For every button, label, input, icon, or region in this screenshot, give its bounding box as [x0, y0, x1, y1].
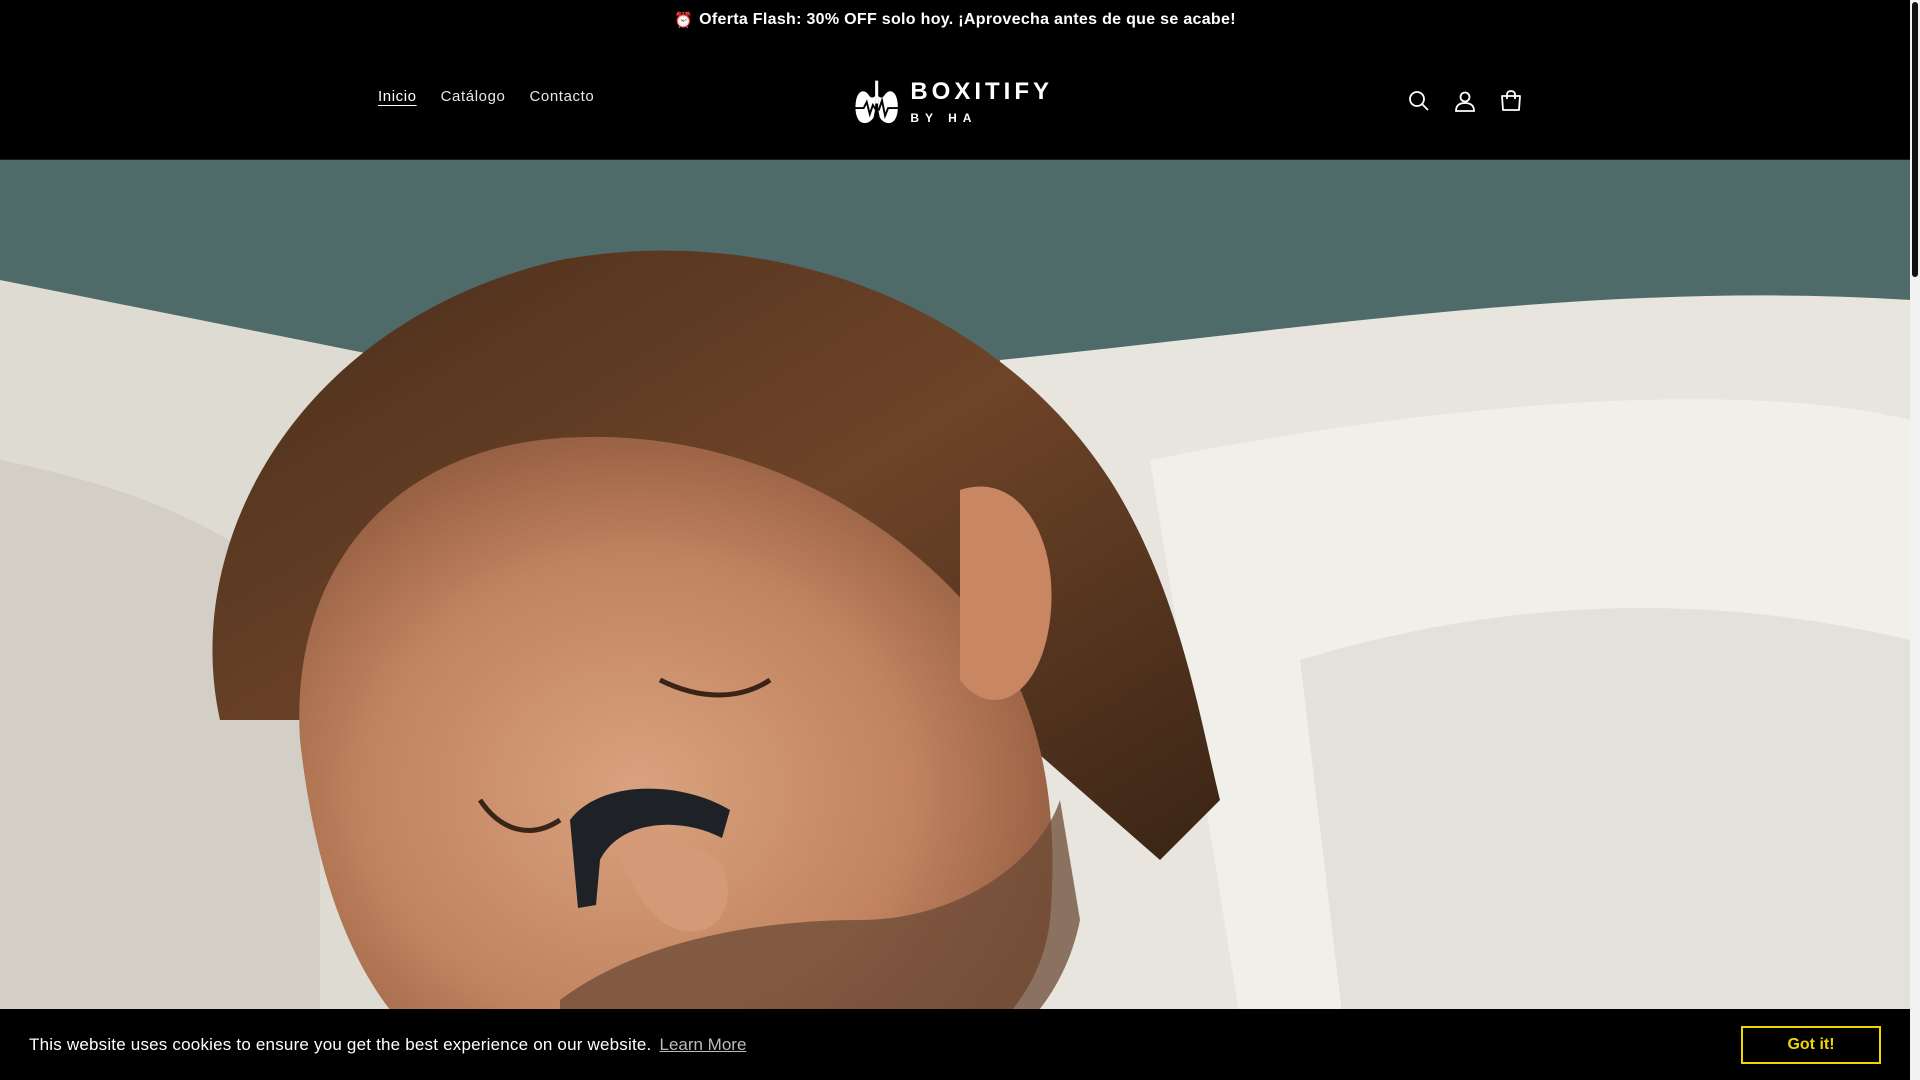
- logo-brand-text: BOXITIFY: [910, 78, 1053, 105]
- announcement-bar: ⏰ Oferta Flash: 30% OFF solo hoy. ¡Aprov…: [0, 0, 1910, 40]
- accept-cookies-button[interactable]: Got it!: [1741, 1026, 1881, 1064]
- site-header: Inicio Catálogo Contacto BOXITIFY BY HA: [0, 40, 1910, 160]
- cart-icon[interactable]: [1488, 78, 1534, 124]
- search-icon[interactable]: [1396, 78, 1442, 124]
- nav-item-contacto[interactable]: Contacto: [517, 88, 606, 105]
- learn-more-link[interactable]: Learn More: [659, 1035, 746, 1055]
- account-icon[interactable]: [1442, 78, 1488, 124]
- site-logo[interactable]: BOXITIFY BY HA: [853, 72, 1053, 132]
- header-icons: [1396, 78, 1534, 124]
- hero-illustration: [0, 160, 1910, 1080]
- nav-item-inicio[interactable]: Inicio: [366, 88, 429, 105]
- logo-sub-text: BY HA: [910, 111, 978, 125]
- page-scrollbar[interactable]: [1910, 0, 1920, 1080]
- alarm-clock-icon: ⏰: [674, 12, 694, 29]
- scrollbar-thumb[interactable]: [1912, 2, 1918, 277]
- lungs-heartbeat-icon: [854, 80, 899, 124]
- cookie-message: This website uses cookies to ensure you …: [29, 1034, 652, 1054]
- cookie-banner: This website uses cookies to ensure you …: [0, 1009, 1910, 1080]
- hero-image: [0, 160, 1910, 1080]
- nav-item-catalogo[interactable]: Catálogo: [429, 88, 518, 105]
- announcement-text: Oferta Flash: 30% OFF solo hoy. ¡Aprovec…: [699, 11, 1236, 28]
- main-nav: Inicio Catálogo Contacto: [366, 88, 606, 105]
